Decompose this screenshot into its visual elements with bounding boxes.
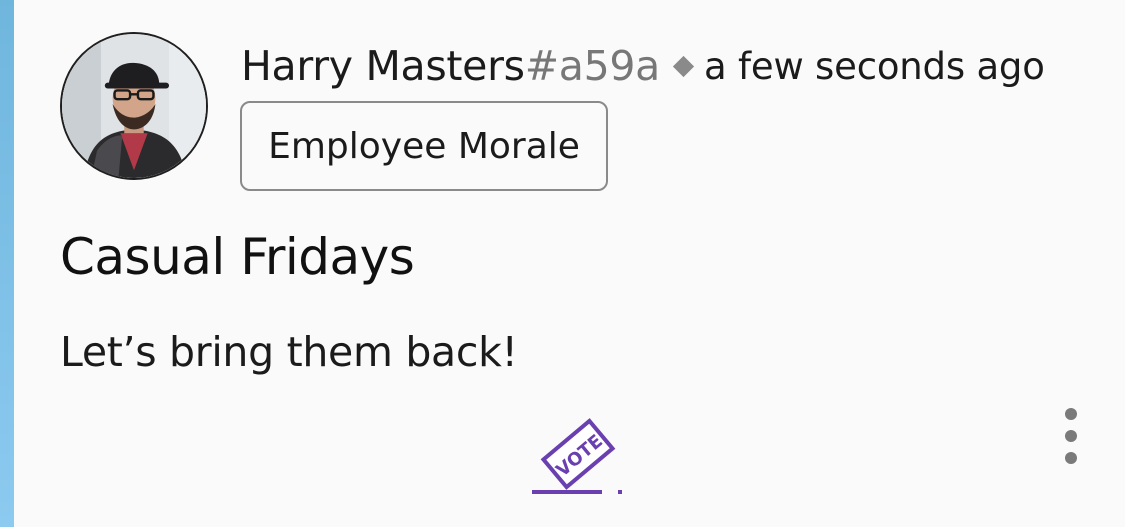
author-name[interactable]: Harry Masters bbox=[241, 42, 525, 90]
accent-bar bbox=[0, 0, 14, 527]
ballot-box-vote-icon: VOTE bbox=[532, 418, 622, 494]
diamond-icon bbox=[672, 55, 695, 77]
category-tag[interactable]: Employee Morale bbox=[240, 101, 608, 191]
post-timestamp: a few seconds ago bbox=[704, 44, 1045, 88]
post-body: Let’s bring them back! bbox=[60, 328, 518, 376]
vote-button[interactable]: VOTE bbox=[528, 418, 628, 498]
post-card: Harry Masters #a59a a few seconds ago Em… bbox=[0, 0, 1125, 527]
more-options-button[interactable] bbox=[1054, 408, 1088, 464]
post-title: Casual Fridays bbox=[60, 228, 415, 286]
more-vertical-icon bbox=[1065, 408, 1077, 420]
author-avatar[interactable] bbox=[60, 32, 208, 180]
author-hash: #a59a bbox=[524, 42, 661, 90]
more-vertical-icon bbox=[1065, 452, 1077, 464]
avatar-photo-icon bbox=[62, 34, 206, 178]
more-vertical-icon bbox=[1065, 430, 1077, 442]
post-meta: Harry Masters #a59a a few seconds ago bbox=[241, 38, 1045, 94]
